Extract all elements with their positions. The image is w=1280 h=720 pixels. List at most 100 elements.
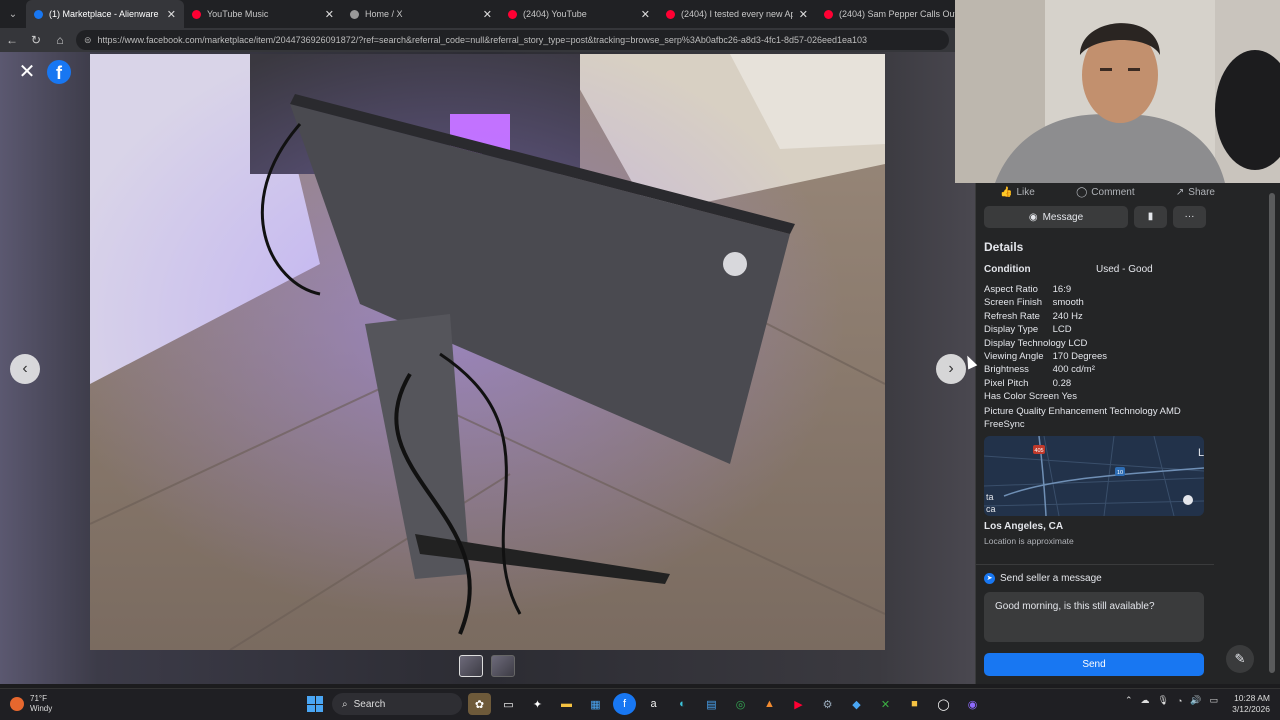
close-icon[interactable]: ✕ <box>14 60 40 86</box>
tab-close-icon[interactable]: ✕ <box>325 8 334 21</box>
condition-row: Condition Used - Good <box>984 264 1204 275</box>
spec-picture-quality: Picture Quality Enhancement Technology A… <box>984 405 1181 430</box>
tab-strip: (1) Marketplace - Alienware Moni✕YouTube… <box>26 0 974 28</box>
battery-icon[interactable]: ▭ <box>1210 695 1219 706</box>
volume-icon[interactable]: 🔊 <box>1190 695 1201 706</box>
taskbar-search-label: Search <box>353 698 386 710</box>
start-icon[interactable] <box>304 693 326 715</box>
spec-row: Pixel Pitch 0.28 <box>984 378 1206 391</box>
tab-favicon-icon <box>508 9 517 19</box>
facebook-logo-icon[interactable]: f <box>47 60 71 84</box>
spec-key: Has Color Screen <box>984 391 1059 403</box>
browser-tab[interactable]: YouTube Music ✕ <box>184 0 342 28</box>
clock-time: 10:28 AM <box>1234 693 1270 703</box>
obs-icon[interactable]: ◉ <box>961 693 984 715</box>
chrome-icon[interactable]: ◎ <box>729 693 752 715</box>
spec-value: smooth <box>1052 297 1084 309</box>
location-map[interactable]: 405 10 L ta ca <box>984 436 1204 516</box>
spec-key: Display Type <box>984 324 1039 336</box>
reload-icon[interactable]: ↻ <box>24 33 48 47</box>
listing-photo <box>90 54 885 650</box>
spec-key: Pixel Pitch <box>984 377 1029 389</box>
file-explorer-icon[interactable]: ▬ <box>555 693 578 715</box>
like-icon: 👍 <box>1000 186 1013 198</box>
share-icon: ↗ <box>1175 186 1185 198</box>
wifi-icon[interactable]: ◔ <box>1177 696 1182 706</box>
photo-thumbnails <box>459 655 515 677</box>
weather-icon <box>10 697 24 711</box>
github-icon[interactable]: ◯ <box>932 693 955 715</box>
like-button[interactable]: 👍 Like <box>1000 183 1035 201</box>
steam-icon[interactable]: ⚙ <box>816 693 839 715</box>
calculator-icon[interactable]: ▤ <box>700 693 723 715</box>
compose-icon[interactable]: ✎ <box>1226 645 1254 673</box>
share-label: Share <box>1188 186 1215 198</box>
chevron-right-icon[interactable]: › <box>936 354 966 384</box>
sticky-notes-icon[interactable]: ■ <box>903 693 926 715</box>
browser-tab[interactable]: (1) Marketplace - Alienware Moni ✕ <box>26 0 184 28</box>
send-button[interactable]: Send <box>984 653 1204 676</box>
widgets-icon[interactable]: ✿ <box>468 693 491 715</box>
store-icon[interactable]: ▦ <box>584 693 607 715</box>
browser-tab[interactable]: (2404) I tested every new Apple P ✕ <box>658 0 816 28</box>
tab-search-icon[interactable]: ⌄ <box>0 0 26 28</box>
comment-label: Comment <box>1091 186 1135 198</box>
spec-key: Refresh Rate <box>984 310 1040 322</box>
facebook-app-icon[interactable]: f <box>613 693 636 715</box>
listing-action-row: ◉ Message ▮ ··· <box>984 206 1206 228</box>
chevron-left-icon[interactable]: ‹ <box>10 354 40 384</box>
message-input[interactable]: Good morning, is this still available? <box>984 592 1204 642</box>
vlc-icon[interactable]: ▲ <box>758 693 781 715</box>
network-icon[interactable]: ☁ <box>1141 695 1150 706</box>
more-button[interactable]: ··· <box>1173 206 1206 228</box>
app-icon[interactable]: ◆ <box>845 693 868 715</box>
map-info-icon[interactable] <box>1183 495 1193 505</box>
photo-viewer: ✕ f ‹ › <box>0 52 975 684</box>
xbox-icon[interactable]: ✕ <box>874 693 897 715</box>
browser-tab[interactable]: (2404) YouTube ✕ <box>500 0 658 28</box>
tab-close-icon[interactable]: ✕ <box>641 8 650 21</box>
scrollbar-thumb[interactable] <box>1269 193 1275 673</box>
clock[interactable]: 10:28 AM 3/12/2026 <box>1228 693 1270 715</box>
microphone-icon[interactable]: 🎙 <box>1158 695 1169 706</box>
save-button[interactable]: ▮ <box>1134 206 1167 228</box>
spec-row: Viewing Angle 170 Degrees <box>984 351 1206 364</box>
photo-thumbnail[interactable] <box>459 655 483 677</box>
tab-favicon-icon <box>192 9 201 19</box>
browser-tab[interactable]: (2404) Sam Pepper Calls Out De <box>816 0 974 28</box>
message-button[interactable]: ◉ Message <box>984 206 1128 228</box>
home-icon[interactable]: ⌂ <box>48 33 72 47</box>
map-label-top: ta <box>986 492 994 502</box>
spec-row: Aspect Ratio 16:9 <box>984 284 1206 297</box>
location-city: Los Angeles, CA <box>984 521 1064 532</box>
clock-date: 3/12/2026 <box>1232 704 1270 714</box>
task-view-icon[interactable]: ▭ <box>497 693 520 715</box>
tab-title: Home / X <box>365 9 403 19</box>
taskbar-search[interactable]: ⌕ Search <box>332 693 462 715</box>
chevron-up-icon[interactable]: ⌃ <box>1125 695 1133 706</box>
tab-close-icon[interactable]: ✕ <box>483 8 492 21</box>
url-field[interactable]: ⊜ https://www.facebook.com/marketplace/i… <box>76 30 949 50</box>
map-image: 405 10 L ta ca <box>984 436 1204 516</box>
browser-tab[interactable]: Home / X ✕ <box>342 0 500 28</box>
condition-value: Used - Good <box>1096 264 1153 275</box>
weather-temp: 71°F <box>30 694 47 703</box>
copilot-icon[interactable]: ✦ <box>526 693 549 715</box>
amazon-icon[interactable]: a <box>642 693 665 715</box>
webcam-image <box>955 0 1280 183</box>
edge-icon[interactable]: ◐ <box>671 693 694 715</box>
youtube-icon[interactable]: ▶ <box>787 693 810 715</box>
windows-taskbar: 71°F Windy ⌕ Search ✿ ▭ ✦ ▬ ▦ f a ◐ ▤ ◎ … <box>0 688 1280 720</box>
comment-button[interactable]: ◯ Comment <box>1076 183 1135 201</box>
panel-scrollbar[interactable] <box>1266 183 1280 684</box>
tab-close-icon[interactable]: ✕ <box>799 8 808 21</box>
site-info-icon[interactable]: ⊜ <box>84 35 92 46</box>
more-icon: ··· <box>1184 211 1195 222</box>
url-text: https://www.facebook.com/marketplace/ite… <box>97 35 868 45</box>
weather-widget[interactable]: 71°F Windy <box>10 694 52 714</box>
tab-close-icon[interactable]: ✕ <box>167 8 176 21</box>
share-button[interactable]: ↗ Share <box>1176 183 1215 201</box>
photo-thumbnail[interactable] <box>491 655 515 677</box>
back-icon[interactable]: ← <box>0 33 24 47</box>
tab-title: (2404) I tested every new Apple P <box>681 9 793 19</box>
